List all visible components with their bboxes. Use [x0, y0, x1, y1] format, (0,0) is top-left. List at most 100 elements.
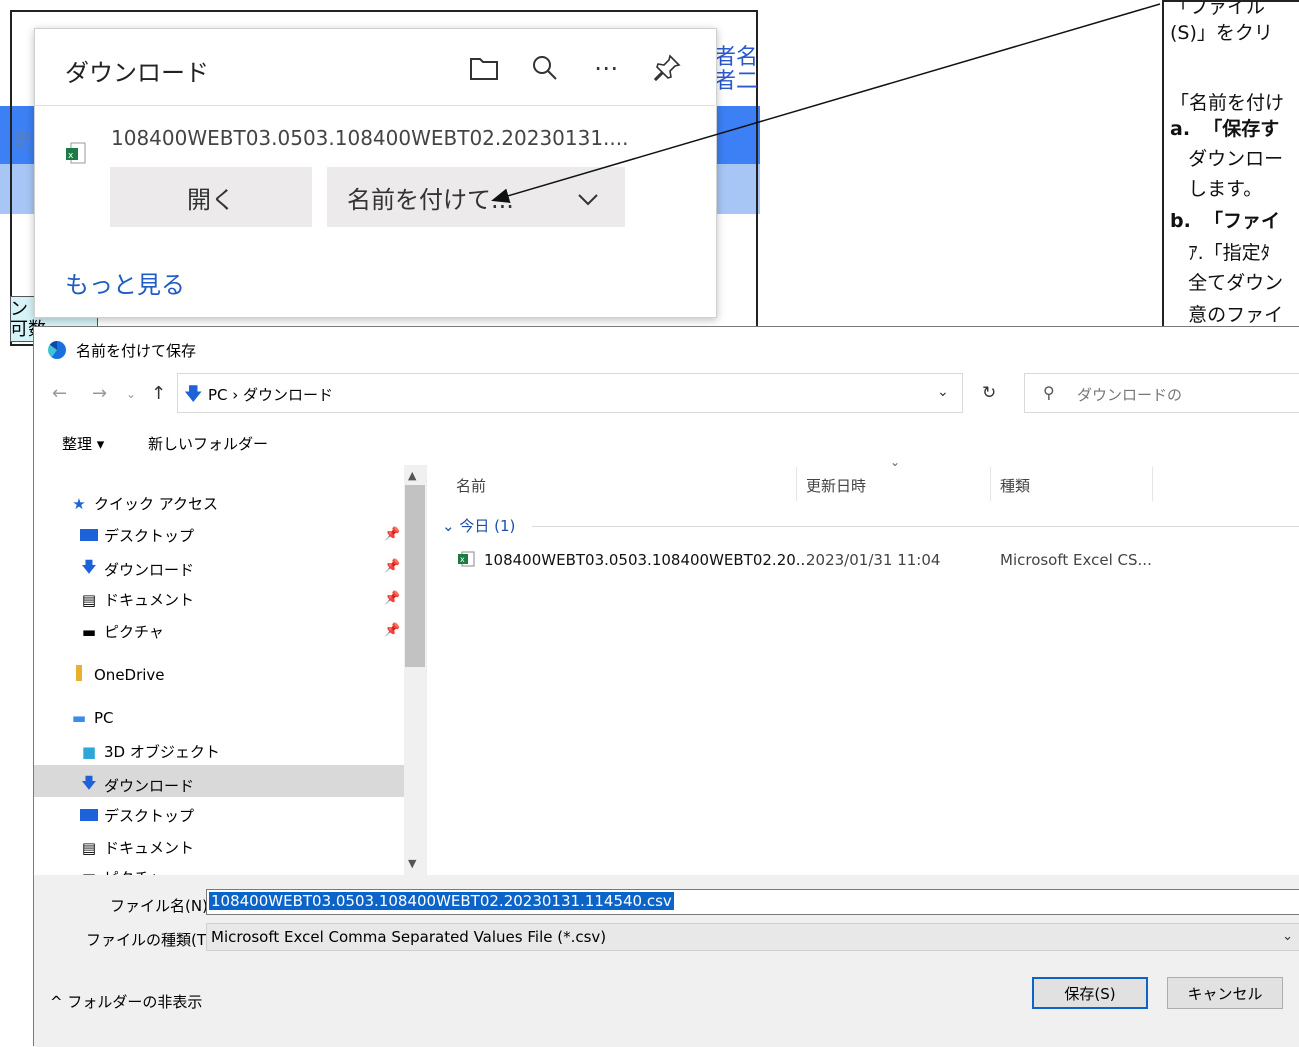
excel-file-icon: x [457, 551, 475, 567]
scroll-down-icon[interactable]: ▼ [408, 857, 416, 870]
open-button[interactable]: 開く [110, 167, 312, 227]
desktop-icon [80, 527, 98, 545]
star-icon: ★ [72, 494, 86, 513]
recent-chevron-icon[interactable]: ⌄ [126, 387, 136, 401]
group-label: 今日 (1) [459, 517, 516, 535]
column-separator[interactable] [796, 467, 797, 501]
see-more-link[interactable]: もっと見る [65, 265, 185, 300]
file-row-name[interactable]: 108400WEBT03.0503.108400WEBT02.20... [484, 551, 810, 569]
download-arrow-icon: 🡇 [184, 384, 203, 405]
nav-item-documents[interactable]: ▤ ドキュメント [80, 589, 194, 610]
back-arrow-icon[interactable]: ← [52, 383, 67, 404]
search-icon[interactable] [528, 51, 562, 85]
download-arrow-icon: 🡇 [81, 558, 97, 576]
document-icon: ▤ [81, 590, 97, 609]
column-header-name[interactable]: 名前 [456, 475, 486, 496]
download-filename[interactable]: 108400WEBT03.0503.108400WEBT02.20230131.… [111, 126, 629, 150]
save-as-button[interactable]: 名前を付けて... [327, 167, 625, 227]
downloads-flyout: ダウンロード ⋯ x 108400WEBT03.0503.108400WEBT0… [34, 28, 718, 318]
annotation-line: b. 「ファイ [1170, 210, 1281, 232]
nav-item-desktop[interactable]: デスクトップ [80, 525, 194, 546]
nav-quick-access[interactable]: ★ クイック アクセス [70, 493, 218, 514]
column-separator[interactable] [1152, 467, 1153, 501]
nav-onedrive[interactable]: OneDrive [70, 665, 165, 685]
nav-item-pc-downloads[interactable]: 🡇 ダウンロード [80, 773, 194, 798]
save-as-dialog: 名前を付けて保存 ← → ⌄ ↑ 🡇 PC › ダウンロード ⌄ ↻ ⚲ ダウン… [33, 326, 1299, 1047]
chevron-down-icon[interactable]: ⌄ [937, 384, 949, 400]
group-divider [532, 526, 1299, 527]
nav-pc[interactable]: ▬ PC [70, 709, 114, 727]
nav-item-pc-pictures[interactable]: ▬ ピクチャ [80, 867, 164, 875]
nav-item-downloads[interactable]: 🡇 ダウンロード [80, 557, 194, 582]
download-arrow-icon: 🡇 [81, 774, 97, 792]
pin-icon[interactable]: 📌 [384, 559, 400, 574]
nav-label: デスクトップ [104, 527, 195, 545]
annotation-line: ダウンロー [1170, 148, 1284, 170]
filetype-label: ファイルの種類(T): [86, 931, 217, 949]
hide-folders-toggle[interactable]: ^ フォルダーの非表示 [50, 991, 202, 1012]
new-folder-button[interactable]: 新しいフォルダー [148, 433, 268, 454]
annotation-line: 「ファイル [1170, 0, 1266, 18]
up-arrow-icon[interactable]: ↑ [151, 383, 166, 404]
pictures-icon: ▬ [81, 622, 97, 641]
nav-label: PC [94, 709, 114, 727]
filename-value[interactable]: 108400WEBT03.0503.108400WEBT02.20230131.… [209, 892, 674, 910]
excel-file-icon: x [65, 141, 87, 165]
pin-icon[interactable]: 📌 [384, 591, 400, 606]
save-button[interactable]: 保存(S) [1032, 977, 1148, 1009]
nav-item-pc-desktop[interactable]: デスクトップ [80, 805, 194, 826]
nav-label: OneDrive [94, 666, 165, 684]
file-row-date: 2023/01/31 11:04 [806, 551, 941, 569]
column-header-date[interactable]: 更新日時 [806, 475, 866, 496]
annotation-line: ｱ.「指定ﾀ [1170, 242, 1271, 264]
nav-label: クイック アクセス [94, 495, 219, 513]
dialog-bottom-panel: ファイル名(N): 108400WEBT03.0503.108400WEBT02… [34, 875, 1299, 1047]
folder-icon[interactable] [467, 51, 501, 85]
nav-scrollbar-thumb[interactable] [405, 485, 425, 667]
nav-item-3d-objects[interactable]: ■ 3D オブジェクト [80, 741, 220, 762]
divider [35, 105, 718, 106]
file-row-type: Microsoft Excel CS... [1000, 551, 1152, 569]
forward-arrow-icon[interactable]: → [92, 383, 107, 404]
nav-label: ピクチャ [104, 623, 164, 641]
chevron-down-icon[interactable]: ⌄ [1282, 929, 1293, 944]
column-separator[interactable] [990, 467, 991, 501]
pin-icon[interactable]: 📌 [384, 527, 400, 542]
search-placeholder: ダウンロードの [1077, 386, 1183, 404]
nav-label: ダウンロード [104, 777, 195, 795]
chevron-down-icon[interactable] [577, 185, 599, 213]
organize-button[interactable]: 整理 ▾ [62, 433, 104, 454]
onedrive-folder-icon [70, 665, 88, 685]
background-text: 者名 者二 [714, 45, 759, 94]
pin-icon[interactable] [650, 51, 684, 85]
annotation-line: 意のファイ [1170, 304, 1284, 326]
filetype-value: Microsoft Excel Comma Separated Values F… [211, 928, 607, 946]
search-box[interactable]: ⚲ ダウンロードの [1024, 373, 1299, 413]
document-icon: ▤ [81, 838, 97, 857]
annotation-line: a. 「保存す [1170, 118, 1280, 140]
nav-item-pictures[interactable]: ▬ ピクチャ [80, 621, 164, 642]
cancel-button[interactable]: キャンセル [1167, 977, 1283, 1009]
refresh-icon[interactable]: ↻ [982, 383, 996, 403]
svg-text:x: x [460, 555, 465, 564]
scroll-up-icon[interactable]: ▲ [408, 469, 416, 482]
group-header-today[interactable]: ⌄ 今日 (1) [442, 515, 515, 536]
pane-divider[interactable] [426, 465, 427, 875]
navigation-pane: ★ クイック アクセス デスクトップ 📌 🡇 ダウンロード 📌 ▤ ドキュメント… [34, 465, 426, 876]
edge-icon [48, 341, 66, 359]
more-icon[interactable]: ⋯ [589, 51, 623, 85]
filetype-select[interactable]: Microsoft Excel Comma Separated Values F… [206, 923, 1299, 951]
annotation-line: 全てダウン [1170, 272, 1284, 294]
filename-input[interactable]: 108400WEBT03.0503.108400WEBT02.20230131.… [206, 889, 1299, 915]
annotation-line: します。 [1170, 178, 1263, 200]
pin-icon[interactable]: 📌 [384, 623, 400, 638]
column-header-type[interactable]: 種類 [1000, 475, 1030, 496]
svg-text:x: x [68, 151, 74, 161]
address-bar[interactable]: 🡇 PC › ダウンロード ⌄ [177, 373, 963, 413]
background-text-left: 更 [12, 128, 32, 152]
downloads-title: ダウンロード [65, 59, 209, 87]
address-path[interactable]: PC › ダウンロード [208, 384, 333, 405]
pictures-icon: ▬ [80, 867, 98, 875]
nav-item-pc-documents[interactable]: ▤ ドキュメント [80, 837, 194, 858]
annotation-line: (S)」をクリ [1170, 22, 1273, 44]
